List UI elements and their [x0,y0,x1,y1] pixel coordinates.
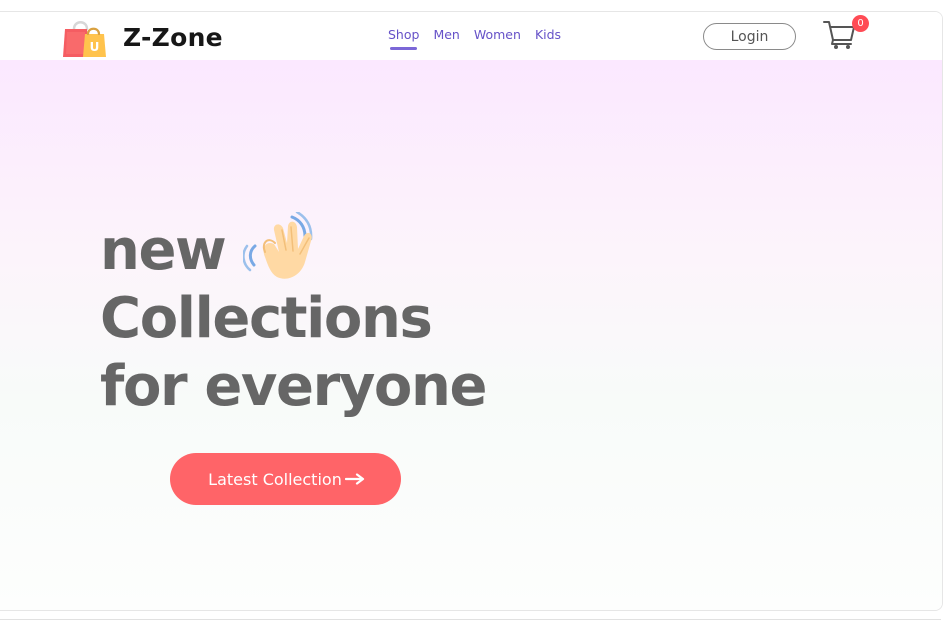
hero-section: new Collections for everyone Latest Coll… [0,60,942,610]
right-arrow-icon [344,473,364,485]
navbar: U Z-Zone Shop Men Women Kids Login 0 [0,12,942,60]
page-bottom-divider [0,619,941,620]
shopping-cart-icon [823,21,855,49]
shopping-bag-icon: U [63,21,106,57]
waving-hand-icon [243,212,313,279]
brand-logo[interactable]: U Z-Zone [61,15,223,59]
nav-women-link[interactable]: Women [474,27,521,43]
cart-button[interactable]: 0 [822,15,870,53]
cart-count-badge: 0 [852,15,869,32]
storefront-window: U Z-Zone Shop Men Women Kids Login 0 new [0,11,943,611]
hero-heading-line-1: new [100,212,486,285]
latest-collection-button[interactable]: Latest Collection [170,453,401,505]
nav-shop-link[interactable]: Shop [388,27,419,50]
nav-men-link[interactable]: Men [433,27,459,43]
latest-collection-label: Latest Collection [208,469,342,489]
logo-badge-letter: U [90,40,100,54]
main-navigation: Shop Men Women Kids [388,27,561,50]
nav-kids-link[interactable]: Kids [535,27,561,43]
hero-heading-line-2: Collections [100,286,433,351]
login-button[interactable]: Login [703,23,796,50]
hero-heading-word-new: new [100,218,227,283]
hero-heading-line-3: for everyone [100,354,487,419]
hero-heading: new Collections for everyone [100,212,487,421]
brand-name: Z-Zone [123,22,223,52]
